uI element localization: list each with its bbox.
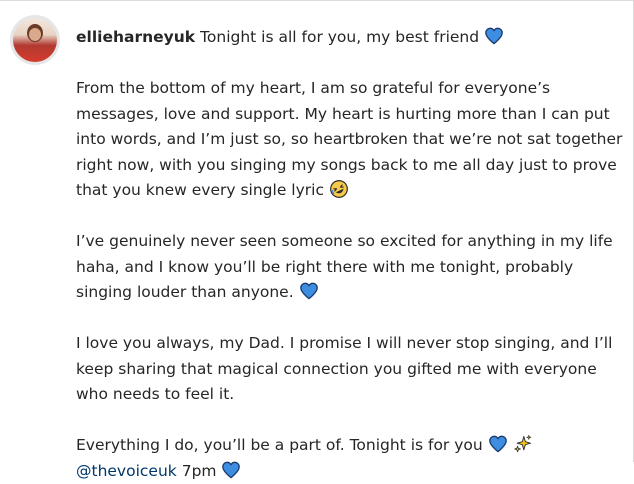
paragraph-text: I love you always, my Dad. I promise I w… — [76, 334, 613, 403]
time-text: 7pm — [181, 461, 217, 480]
closing-text: Everything I do, you’ll be a part of. To… — [76, 436, 483, 454]
paragraph-text: From the bottom of my heart, I am so gra… — [76, 79, 623, 199]
blue-heart-icon — [221, 460, 241, 480]
sparkles-icon — [513, 434, 533, 454]
username-link[interactable]: ellieharneyuk — [76, 28, 195, 46]
blue-heart-icon — [299, 281, 319, 301]
blue-heart-icon — [488, 434, 508, 454]
caption-closing: Everything I do, you’ll be a part of. To… — [76, 433, 624, 484]
caption-paragraph-2: I’ve genuinely never seen someone so exc… — [76, 229, 624, 306]
avatar[interactable] — [10, 15, 60, 65]
profile-photo — [13, 18, 57, 62]
caption-intro-text: Tonight is all for you, my best friend — [200, 28, 480, 46]
caption-paragraph-3: I love you always, my Dad. I promise I w… — [76, 331, 624, 408]
caption-first-line: ellieharneyuk Tonight is all for you, my… — [76, 25, 624, 51]
caption-paragraph-1: From the bottom of my heart, I am so gra… — [76, 76, 624, 204]
post-caption: ellieharneyuk Tonight is all for you, my… — [76, 25, 624, 484]
mention-link[interactable]: @thevoiceuk — [76, 462, 177, 480]
instagram-caption-panel: ellieharneyuk Tonight is all for you, my… — [0, 0, 634, 480]
blue-heart-icon — [484, 26, 504, 46]
rolling-laughing-emoji-icon — [329, 179, 349, 199]
paragraph-text: I’ve genuinely never seen someone so exc… — [76, 232, 613, 301]
